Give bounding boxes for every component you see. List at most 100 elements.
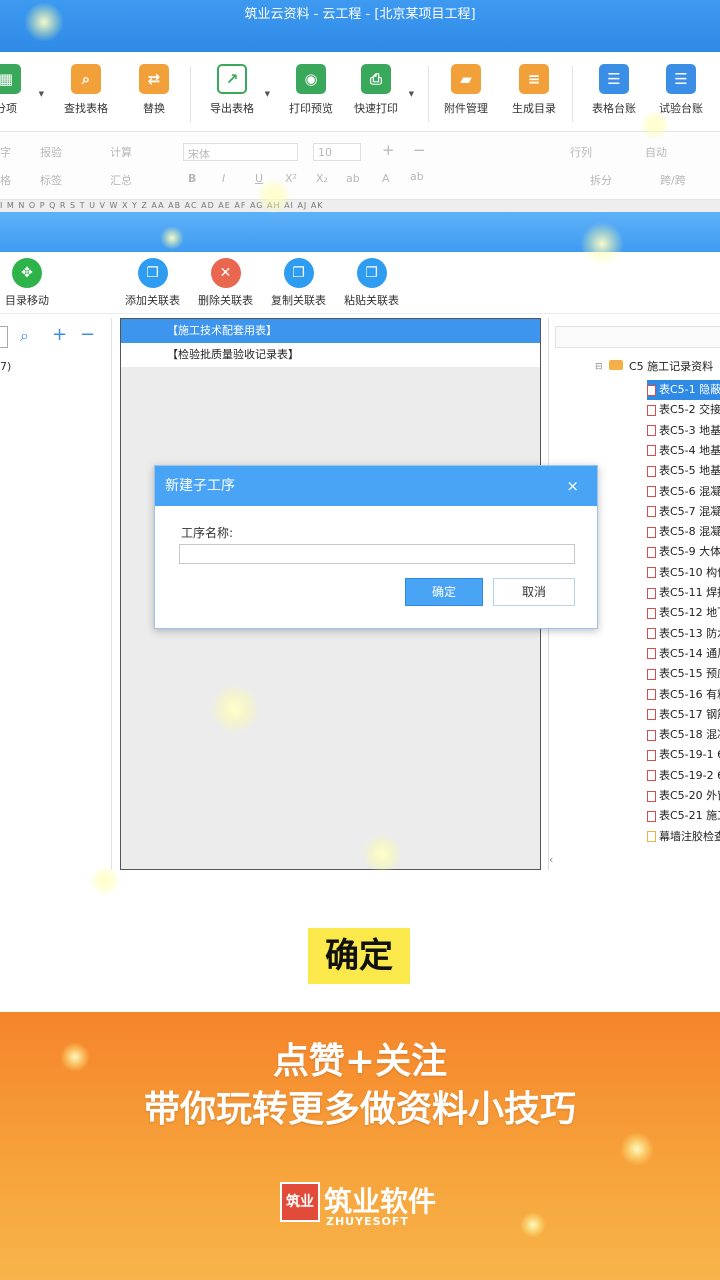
tree-item-label: 表C5-14 通风	[659, 646, 720, 660]
tree-item[interactable]: 表C5-21 施工	[647, 806, 720, 826]
test-ledger-button[interactable]: ☰ 试验台账	[645, 64, 717, 116]
ok-button[interactable]: 确定	[405, 578, 483, 606]
tree-item[interactable]: 表C5-9 大体	[647, 542, 720, 562]
document-icon	[647, 770, 656, 782]
tree-item[interactable]: 表C5-7 混凝	[647, 502, 720, 522]
document-icon	[647, 425, 656, 437]
split-button[interactable]: 拆分	[590, 172, 612, 188]
phonetic-button[interactable]: ab	[410, 170, 424, 183]
tree-item[interactable]: 表C5-14 通风	[647, 644, 720, 664]
dropdown-arrow-icon[interactable]: ▼	[39, 90, 44, 98]
tree-item[interactable]: 表C5-18 混凝	[647, 725, 720, 745]
font-family-select[interactable]: 宋体	[183, 143, 298, 161]
print-preview-button[interactable]: ◉ 打印预览	[275, 64, 347, 116]
subscript-button[interactable]: X₂	[316, 172, 328, 185]
tree-item[interactable]: 表C5-10 构件	[647, 563, 720, 583]
sparkle-decoration	[160, 226, 184, 250]
format-item[interactable]: 字	[0, 144, 11, 160]
tree-item[interactable]: 表C5-13 防水	[647, 624, 720, 644]
tree-item[interactable]: 表C5-11 焊接	[647, 583, 720, 603]
tree-item[interactable]: 表C5-15 预应	[647, 664, 720, 684]
dropdown-arrow-icon[interactable]: ▼	[265, 90, 270, 98]
column-header: I M N O P Q R S T U V W X Y Z AA AB AC A…	[0, 200, 720, 212]
decrease-font-button[interactable]: −	[413, 141, 426, 159]
strikethrough-button[interactable]: ab	[346, 172, 360, 185]
ribbon-item-section[interactable]: ▦ 分项 ▼	[0, 64, 44, 116]
tree-item[interactable]: 表C5-1 隐蔽	[647, 380, 720, 400]
search-input[interactable]	[0, 326, 8, 348]
paste-link-table-button[interactable]: ❐ 粘贴关联表	[344, 258, 399, 308]
tree-item[interactable]: 表C5-12 地下	[647, 603, 720, 623]
list-item-selected[interactable]: 【施工技术配套用表】	[121, 319, 540, 343]
collapse-icon[interactable]: ⊟	[595, 362, 603, 372]
tree-item-label: 表C5-4 地基	[659, 443, 720, 457]
summary-button[interactable]: 汇总	[110, 172, 132, 188]
quick-print-button[interactable]: ⎙ 快速打印 ▼	[340, 64, 414, 116]
tree-item[interactable]: 表C5-6 混凝	[647, 482, 720, 502]
format-item[interactable]: 格	[0, 172, 11, 188]
brand-name: 筑业软件	[324, 1185, 437, 1218]
divider	[190, 66, 191, 122]
copy-link-table-button[interactable]: ❐ 复制关联表	[271, 258, 326, 308]
tree-item[interactable]: 表C5-3 地基	[647, 421, 720, 441]
inspection-button[interactable]: 报验	[40, 144, 62, 160]
tree-item[interactable]: 表C5-5 地基	[647, 461, 720, 481]
tree-item[interactable]: 幕墙注胶检查	[647, 827, 720, 847]
tree-item-label: 表C5-7 混凝	[659, 504, 720, 518]
row-col-button[interactable]: 行列	[570, 144, 592, 160]
tree-item[interactable]: 表C5-20 外窗	[647, 786, 720, 806]
cancel-button[interactable]: 取消	[493, 578, 575, 606]
replace-button[interactable]: ⇄ 替换	[118, 64, 190, 116]
document-icon	[647, 729, 656, 741]
tree-item[interactable]: 表C5-16 有粘	[647, 685, 720, 705]
bold-button[interactable]: B	[188, 172, 196, 185]
find-table-button[interactable]: ⌕ 查找表格	[50, 64, 122, 116]
calculate-button[interactable]: 计算	[110, 144, 132, 160]
tree-item[interactable]: 表C5-8 混凝	[647, 522, 720, 542]
tree-node-label[interactable]: 7)	[0, 360, 11, 373]
tree-item[interactable]: 表C5-17 钢筋	[647, 705, 720, 725]
promo-line-2: 带你玩转更多做资料小技巧	[143, 1089, 576, 1130]
delete-link-icon: ✕	[210, 258, 241, 288]
scroll-left-icon[interactable]: ‹	[549, 853, 553, 866]
dropdown-arrow-icon[interactable]: ▼	[409, 90, 414, 98]
span-button[interactable]: 跨/跨	[660, 172, 686, 188]
document-icon	[647, 486, 656, 497]
remove-node-icon[interactable]: −	[80, 324, 95, 345]
caption-label: 确定	[308, 928, 410, 984]
document-icon	[647, 526, 656, 538]
italic-button[interactable]: I	[222, 172, 225, 185]
tree-item[interactable]: 表C5-4 地基	[647, 441, 720, 461]
add-node-icon[interactable]: +	[52, 324, 67, 345]
font-color-button[interactable]: A	[382, 172, 390, 185]
process-name-input[interactable]	[179, 544, 575, 564]
export-table-button[interactable]: ↗ 导出表格 ▼	[196, 64, 270, 116]
tree-item-label: 表C5-21 施工	[659, 809, 720, 823]
catalog-move-button[interactable]: ✥ 目录移动	[5, 258, 49, 308]
sparkle-decoration	[60, 1042, 90, 1072]
search-icon[interactable]: ⌕	[20, 326, 29, 346]
tree-item-label: 表C5-13 防水	[659, 626, 720, 640]
tree-item[interactable]: 表C5-19-1 60	[647, 745, 720, 765]
font-size-select[interactable]: 10	[313, 143, 361, 161]
tree-item-label: 表C5-9 大体	[659, 545, 720, 559]
tree-item[interactable]: 表C5-19-2 60	[647, 766, 720, 786]
tree-item[interactable]: 表C5-2 交接	[647, 400, 720, 420]
increase-font-button[interactable]: +	[382, 141, 395, 159]
tree-search-input[interactable]	[555, 326, 720, 348]
delete-link-table-button[interactable]: ✕ 删除关联表	[198, 258, 253, 308]
attachment-manager-button[interactable]: ▰ 附件管理	[430, 64, 502, 116]
tree-item-label: 表C5-11 焊接	[659, 586, 720, 599]
folder-icon	[609, 360, 623, 370]
document-icon	[647, 790, 656, 802]
label-button[interactable]: 标签	[40, 172, 62, 188]
table-ledger-button[interactable]: ☰ 表格台账	[578, 64, 650, 116]
list-item[interactable]: 【检验批质量验收记录表】	[121, 343, 540, 367]
document-icon	[647, 648, 656, 660]
auto-fit-button[interactable]: 自动	[645, 144, 667, 160]
generate-catalog-button[interactable]: ≡ 生成目录	[498, 64, 570, 116]
add-link-table-button[interactable]: ❐ 添加关联表	[125, 258, 180, 308]
tree-root-label[interactable]: C5 施工记录资料	[629, 358, 713, 374]
tree-item-label: 表C5-12 地下	[659, 606, 720, 620]
close-icon[interactable]: ×	[566, 466, 579, 506]
